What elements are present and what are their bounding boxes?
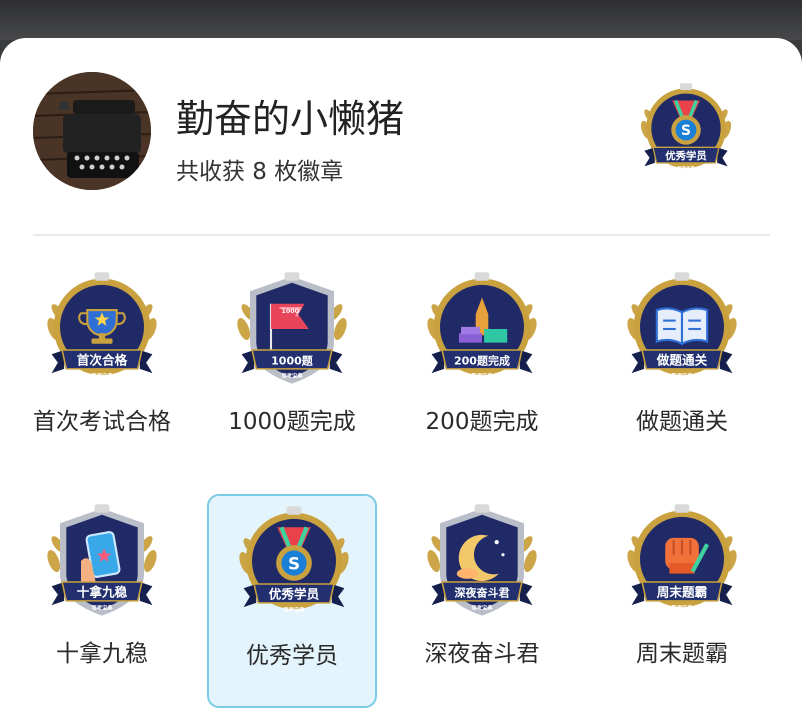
moon-badge-icon: 深夜奋斗君 驾考宝典 (419, 498, 545, 624)
badge-brand-text: 驾考宝典 (284, 605, 306, 613)
svg-text:S: S (681, 123, 691, 139)
fist-badge-icon: 周末题霸 驾考宝典 (619, 498, 745, 624)
badge-item[interactable]: 十拿九稳 驾考宝典 十拿九稳 (17, 494, 187, 708)
badge-ribbon-text: 1000题 (271, 355, 314, 368)
badge-ribbon-text: 首次合格 (77, 353, 128, 368)
badge-item[interactable]: 200题完成 驾考宝典 200题完成 (397, 262, 567, 476)
trophy-badge-icon: 首次合格 驾考宝典 (39, 266, 165, 392)
badge-label: 200题完成 (425, 409, 539, 435)
divider (33, 234, 770, 236)
badge-brand-text: 驾考宝典 (672, 371, 694, 379)
badge-brand-text: 驾考宝典 (472, 371, 494, 379)
hand-phone-badge-icon: 十拿九稳 驾考宝典 (39, 498, 165, 624)
badge-sheet: 勤奋的小懒猪 共收获 8 枚徽章 S 优秀学员 驾考宝典 首次合格 驾考宝典 首次考试… (0, 38, 802, 720)
badge-ribbon-text: 200题完成 (454, 354, 510, 368)
badge-brand-text: 驾考宝典 (672, 603, 694, 611)
badge-brand-text: 驾考宝典 (92, 371, 114, 379)
dimmed-backdrop (0, 0, 802, 40)
svg-text:S: S (288, 553, 300, 573)
badge-ribbon-text: 做题通关 (656, 353, 708, 368)
badge-ribbon-text: 深夜奋斗君 (454, 586, 509, 600)
avatar[interactable] (33, 72, 151, 190)
badge-brand-text: 驾考宝典 (92, 603, 114, 611)
open-book-badge-icon: 做题通关 驾考宝典 (619, 266, 745, 392)
badge-count: 共收获 8 枚徽章 (176, 159, 344, 185)
badge-ribbon-text: 十拿九稳 (77, 585, 128, 600)
badge-brand-text: 驾考宝典 (472, 603, 494, 611)
badge-emblem: 周末题霸驾考宝典 (627, 504, 737, 611)
badge-label: 做题通关 (636, 409, 728, 435)
typewriter-photo-icon (33, 72, 151, 190)
badge-emblem: S 优秀学员驾考宝典 (640, 83, 732, 172)
medal-s-badge-icon: S 优秀学员驾考宝典 (231, 500, 357, 626)
badge-item[interactable]: 1000题驾考宝典 1000 1000题完成 (207, 262, 377, 476)
badge-ribbon-text: 优秀学员 (269, 587, 320, 602)
badge-emblem: 深夜奋斗君驾考宝典 (427, 504, 537, 616)
badge-brand-text: 驾考宝典 (282, 371, 304, 379)
badge-emblem: 1000题驾考宝典 1000 (237, 272, 347, 384)
pen-books-badge-icon: 200题完成驾考宝典 (419, 266, 545, 392)
badge-item[interactable]: 周末题霸 驾考宝典 周末题霸 (597, 494, 767, 708)
badge-emblem: 十拿九稳驾考宝典 (47, 504, 157, 616)
badge-ribbon-text: 周末题霸 (657, 585, 707, 600)
badge-emblem: 首次合格驾考宝典 (47, 272, 157, 379)
flag-badge-icon: 1000题驾考宝典 1000 (229, 266, 355, 392)
badge-label: 首次考试合格 (33, 409, 171, 435)
badge-emblem: 做题通关驾考宝典 (627, 272, 737, 379)
flag-text: 1000 (282, 308, 300, 315)
current-badge[interactable]: S 优秀学员 驾考宝典 (634, 78, 738, 182)
badge-item[interactable]: 首次合格驾考宝典首次考试合格 (17, 262, 187, 476)
badge-item[interactable]: 深夜奋斗君 驾考宝典 深夜奋斗君 (397, 494, 567, 708)
badge-label: 1000题完成 (228, 409, 356, 435)
badge-item[interactable]: 做题通关 驾考宝典 做题通关 (597, 262, 767, 476)
badge-label: 十拿九稳 (56, 641, 148, 667)
badge-label: 优秀学员 (246, 643, 338, 669)
badge-ribbon-text: 优秀学员 (665, 149, 707, 162)
badge-label: 周末题霸 (636, 641, 728, 667)
badge-emblem: 200题完成驾考宝典 (427, 272, 537, 379)
badge-label: 深夜奋斗君 (424, 641, 540, 667)
username: 勤奋的小懒猪 (176, 97, 405, 141)
badge-emblem: S 优秀学员驾考宝典 (239, 506, 349, 613)
badge-item[interactable]: S 优秀学员 驾考宝典 优秀学员 (207, 494, 377, 708)
